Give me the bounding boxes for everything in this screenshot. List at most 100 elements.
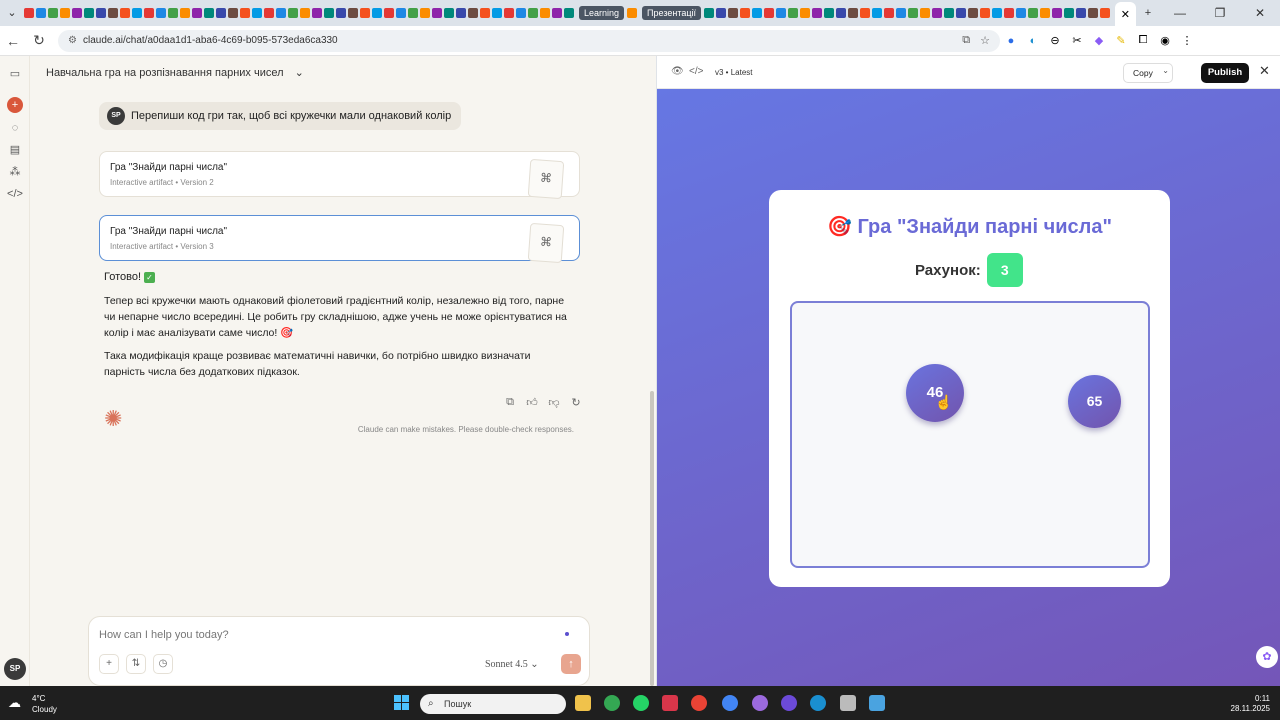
pinned-tab-favicon-icon[interactable] bbox=[740, 8, 750, 18]
windows-start-icon[interactable] bbox=[394, 695, 410, 711]
window-close-icon[interactable]: ✕ bbox=[1240, 6, 1280, 20]
send-button[interactable]: ↑ bbox=[561, 654, 581, 674]
pinned-tab-favicon-icon[interactable] bbox=[72, 8, 82, 18]
history-clock-icon[interactable]: ◷ bbox=[153, 654, 173, 674]
install-app-icon[interactable]: ⧉ bbox=[962, 34, 970, 47]
code-view-icon[interactable]: </> bbox=[689, 66, 703, 77]
taskbar-search[interactable]: ⌕ Пошук bbox=[420, 694, 566, 714]
url-field[interactable]: ⚙ claude.ai/chat/a0daa1d1-aba6-4c69-b095… bbox=[58, 29, 1000, 52]
retry-icon[interactable]: ↻ bbox=[565, 396, 587, 409]
extensions-puzzle-icon[interactable]: ⧠ bbox=[1132, 34, 1154, 47]
pinned-tab-favicon-icon[interactable] bbox=[24, 8, 34, 18]
profile-avatar-icon[interactable]: ◉ bbox=[1154, 34, 1176, 47]
chrome-profile-icon[interactable] bbox=[691, 695, 707, 711]
pinned-tab-favicon-icon[interactable] bbox=[884, 8, 894, 18]
extension-scissors-icon[interactable]: ✂ bbox=[1066, 34, 1088, 47]
pinned-tab-favicon-icon[interactable] bbox=[752, 8, 762, 18]
pinned-tab-favicon-icon[interactable] bbox=[564, 8, 574, 18]
pinned-tab-favicon-icon[interactable] bbox=[396, 8, 406, 18]
pinned-tab-favicon-icon[interactable] bbox=[516, 8, 526, 18]
pinned-tab-favicon-icon[interactable] bbox=[84, 8, 94, 18]
reload-icon[interactable]: ↻ bbox=[26, 32, 52, 49]
pinned-tab-favicon-icon[interactable] bbox=[36, 8, 46, 18]
pinned-tab-favicon-icon[interactable] bbox=[312, 8, 322, 18]
extension-dot-icon[interactable]: ● bbox=[1000, 35, 1022, 47]
pinned-tab-favicon-icon[interactable] bbox=[872, 8, 882, 18]
extension-pen-icon[interactable]: ✎ bbox=[1110, 34, 1132, 47]
pinned-tab-favicon-icon[interactable] bbox=[156, 8, 166, 18]
pinned-tab-favicon-icon[interactable] bbox=[492, 8, 502, 18]
pinned-tab-favicon-icon[interactable] bbox=[956, 8, 966, 18]
new-chat-icon[interactable]: + bbox=[7, 97, 23, 113]
pinned-tab-favicon-icon[interactable] bbox=[384, 8, 394, 18]
pinned-tab-favicon-icon[interactable] bbox=[300, 8, 310, 18]
extension-purple-icon[interactable]: ◆ bbox=[1088, 34, 1110, 47]
pinned-tab-favicon-icon[interactable] bbox=[788, 8, 798, 18]
chrome-active-icon[interactable] bbox=[722, 695, 738, 711]
chat-title[interactable]: Навчальна гра на розпізнавання парних чи… bbox=[46, 66, 304, 79]
pinned-tab-favicon-icon[interactable] bbox=[216, 8, 226, 18]
pinned-tab-favicon-icon[interactable] bbox=[764, 8, 774, 18]
pinned-tab-favicon-icon[interactable] bbox=[848, 8, 858, 18]
pinned-tab-favicon-icon[interactable] bbox=[468, 8, 478, 18]
pinned-tab-favicon-icon[interactable] bbox=[336, 8, 346, 18]
pinned-tab-favicon-icon[interactable] bbox=[348, 8, 358, 18]
pinned-tab-favicon-icon[interactable] bbox=[812, 8, 822, 18]
file-explorer-icon[interactable] bbox=[575, 695, 591, 711]
pinned-tab-favicon-icon[interactable] bbox=[48, 8, 58, 18]
pinned-tab-favicon-icon[interactable] bbox=[444, 8, 454, 18]
pinned-tab-favicon-icon[interactable] bbox=[836, 8, 846, 18]
thumbs-up-icon[interactable]: 👍︎ bbox=[521, 396, 543, 409]
publish-button[interactable]: Publish bbox=[1201, 63, 1249, 83]
close-icon[interactable]: ✕ bbox=[1259, 63, 1270, 79]
pinned-tab-favicon-icon[interactable] bbox=[264, 8, 274, 18]
thumbs-down-icon[interactable]: 👎︎ bbox=[543, 396, 565, 409]
site-info-icon[interactable]: ⚙ bbox=[68, 35, 77, 46]
pinned-tab-favicon-icon[interactable] bbox=[920, 8, 930, 18]
pinned-tab-favicon-icon[interactable] bbox=[420, 8, 430, 18]
pinned-tab-favicon-icon[interactable] bbox=[504, 8, 514, 18]
artifact-card-v3[interactable]: Гра "Знайди парні числа" Interactive art… bbox=[99, 215, 580, 264]
pinned-tab-favicon-icon[interactable] bbox=[1088, 8, 1098, 18]
pinned-tab-favicon-icon[interactable] bbox=[944, 8, 954, 18]
back-icon[interactable]: ← bbox=[0, 33, 26, 49]
whatsapp-icon[interactable] bbox=[633, 695, 649, 711]
artifacts-icon[interactable]: ⁂ bbox=[7, 164, 23, 180]
preview-eye-icon[interactable]: 👁︎ bbox=[671, 66, 684, 77]
menu-kebab-icon[interactable]: ⋮ bbox=[1176, 34, 1198, 47]
app-red-icon[interactable] bbox=[662, 695, 678, 711]
pinned-tab-favicon-icon[interactable] bbox=[204, 8, 214, 18]
notepad-icon[interactable] bbox=[869, 695, 885, 711]
copy-button[interactable]: Copy ⌄ bbox=[1123, 63, 1173, 83]
pinned-tab-favicon-icon[interactable] bbox=[96, 8, 106, 18]
pinned-tab-favicon-icon[interactable] bbox=[528, 8, 538, 18]
pinned-tab-favicon-icon[interactable] bbox=[992, 8, 1002, 18]
pinned-tab-favicon-icon[interactable] bbox=[968, 8, 978, 18]
version-label[interactable]: v3 • Latest bbox=[715, 68, 753, 77]
projects-icon[interactable]: ▤ bbox=[7, 142, 23, 158]
tab-presentations[interactable]: Презентації bbox=[642, 6, 701, 20]
code-icon[interactable]: </> bbox=[7, 186, 23, 202]
system-clock[interactable]: 0:11 28.11.2025 bbox=[1231, 694, 1270, 714]
pinned-tab-favicon-icon[interactable] bbox=[776, 8, 786, 18]
pinned-tab-favicon-icon[interactable] bbox=[932, 8, 942, 18]
edge-taskbar-icon[interactable] bbox=[810, 695, 826, 711]
close-tab-icon[interactable]: ✕ bbox=[1121, 8, 1130, 21]
pinned-tab-favicon-icon[interactable] bbox=[1064, 8, 1074, 18]
pinned-tab-favicon-icon[interactable] bbox=[1040, 8, 1050, 18]
pinned-tab-favicon-icon[interactable] bbox=[192, 8, 202, 18]
number-bubble[interactable]: 46 bbox=[906, 364, 964, 422]
pinned-tab-favicon-icon[interactable] bbox=[120, 8, 130, 18]
tab-active[interactable]: ✕ bbox=[1114, 2, 1136, 26]
pinned-tab-favicon-icon[interactable] bbox=[60, 8, 70, 18]
pinned-tab-favicon-icon[interactable] bbox=[716, 8, 726, 18]
chat-scrollbar[interactable] bbox=[650, 391, 654, 686]
pinned-tab-favicon-icon[interactable] bbox=[980, 8, 990, 18]
chrome-profile-3-icon[interactable] bbox=[781, 695, 797, 711]
pinned-tab-favicon-icon[interactable] bbox=[908, 8, 918, 18]
floating-extension-icon[interactable]: ✿ bbox=[1256, 646, 1278, 668]
pinned-tab-favicon-icon[interactable] bbox=[704, 8, 714, 18]
pinned-tab-favicon-icon[interactable] bbox=[228, 8, 238, 18]
weather-widget[interactable]: 4°C Cloudy bbox=[32, 693, 57, 715]
copy-icon[interactable]: ⧉ bbox=[499, 396, 521, 409]
